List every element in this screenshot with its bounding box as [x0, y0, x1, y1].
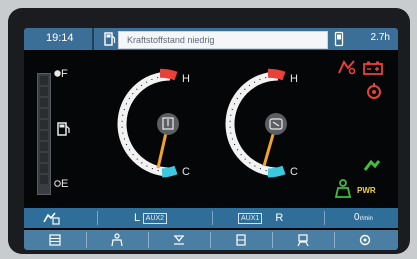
seat-belt-icon	[334, 179, 352, 198]
grid-icon	[49, 234, 61, 246]
battery-warning-icon	[363, 61, 383, 75]
status-divider	[92, 28, 94, 50]
fuel-pump-icon	[104, 32, 116, 46]
operator-icon	[297, 234, 309, 247]
coolant-temperature-gauge: H C	[117, 68, 190, 178]
operating-hours: 2.7h	[370, 32, 390, 43]
cold-label: C	[182, 166, 190, 178]
hot-label: H	[290, 73, 298, 85]
seat-icon	[111, 233, 123, 247]
operator-seat-button[interactable]	[86, 230, 148, 250]
hydraulic-oil-temperature-gauge: H C	[225, 68, 298, 178]
aux-right-control[interactable]: AUX1 R	[238, 208, 283, 228]
operator-button[interactable]	[272, 230, 334, 250]
fuel-full-label: F	[54, 68, 68, 80]
aux2-tag: AUX2	[142, 212, 168, 224]
box-button[interactable]	[210, 230, 272, 250]
camera-icon	[359, 234, 371, 246]
hot-zone	[267, 68, 286, 81]
camera-button[interactable]	[334, 230, 396, 250]
cold-zone	[161, 165, 178, 178]
display-screen: 19:14 Kraftstoffstand niedrig 2.7h F E H…	[24, 28, 398, 250]
empty-dot-icon	[54, 180, 61, 187]
hot-zone	[159, 68, 178, 81]
cold-label: C	[290, 166, 298, 178]
fuel-filter-warning-icon	[338, 59, 356, 75]
cold-zone	[267, 165, 286, 178]
aux-left-label: L	[134, 212, 140, 224]
warning-message-field: Kraftstoffstand niedrig	[118, 31, 328, 49]
function-button-bar	[24, 230, 398, 250]
aux1-tag: AUX1	[238, 212, 263, 224]
fuel-pump-icon	[57, 122, 70, 136]
clock: 19:14	[46, 32, 74, 44]
full-dot-icon	[54, 70, 61, 77]
power-mode-label: PWR	[357, 186, 376, 195]
filter-button[interactable]	[148, 230, 210, 250]
aux-left-control[interactable]: L AUX2	[134, 208, 168, 228]
engine-oil-pressure-icon	[367, 83, 381, 99]
status-bar: 19:14 Kraftstoffstand niedrig 2.7h	[24, 28, 398, 50]
aux-right-label: R	[275, 212, 284, 224]
hydraulic-function-icon	[363, 159, 381, 171]
phone-icon	[334, 31, 344, 47]
box-icon	[236, 234, 246, 246]
fuel-level-bar	[37, 73, 51, 195]
engine-speed-unit: r/min	[359, 216, 373, 222]
menu-button[interactable]	[24, 230, 86, 250]
filter-icon	[174, 235, 184, 245]
softkey-bar: L AUX2 AUX1 R 0r/min	[24, 208, 398, 228]
hydraulic-lock-icon[interactable]	[42, 211, 60, 225]
hot-label: H	[182, 73, 190, 85]
engine-speed-readout: 0r/min	[354, 208, 373, 228]
fuel-empty-label: E	[54, 178, 68, 190]
